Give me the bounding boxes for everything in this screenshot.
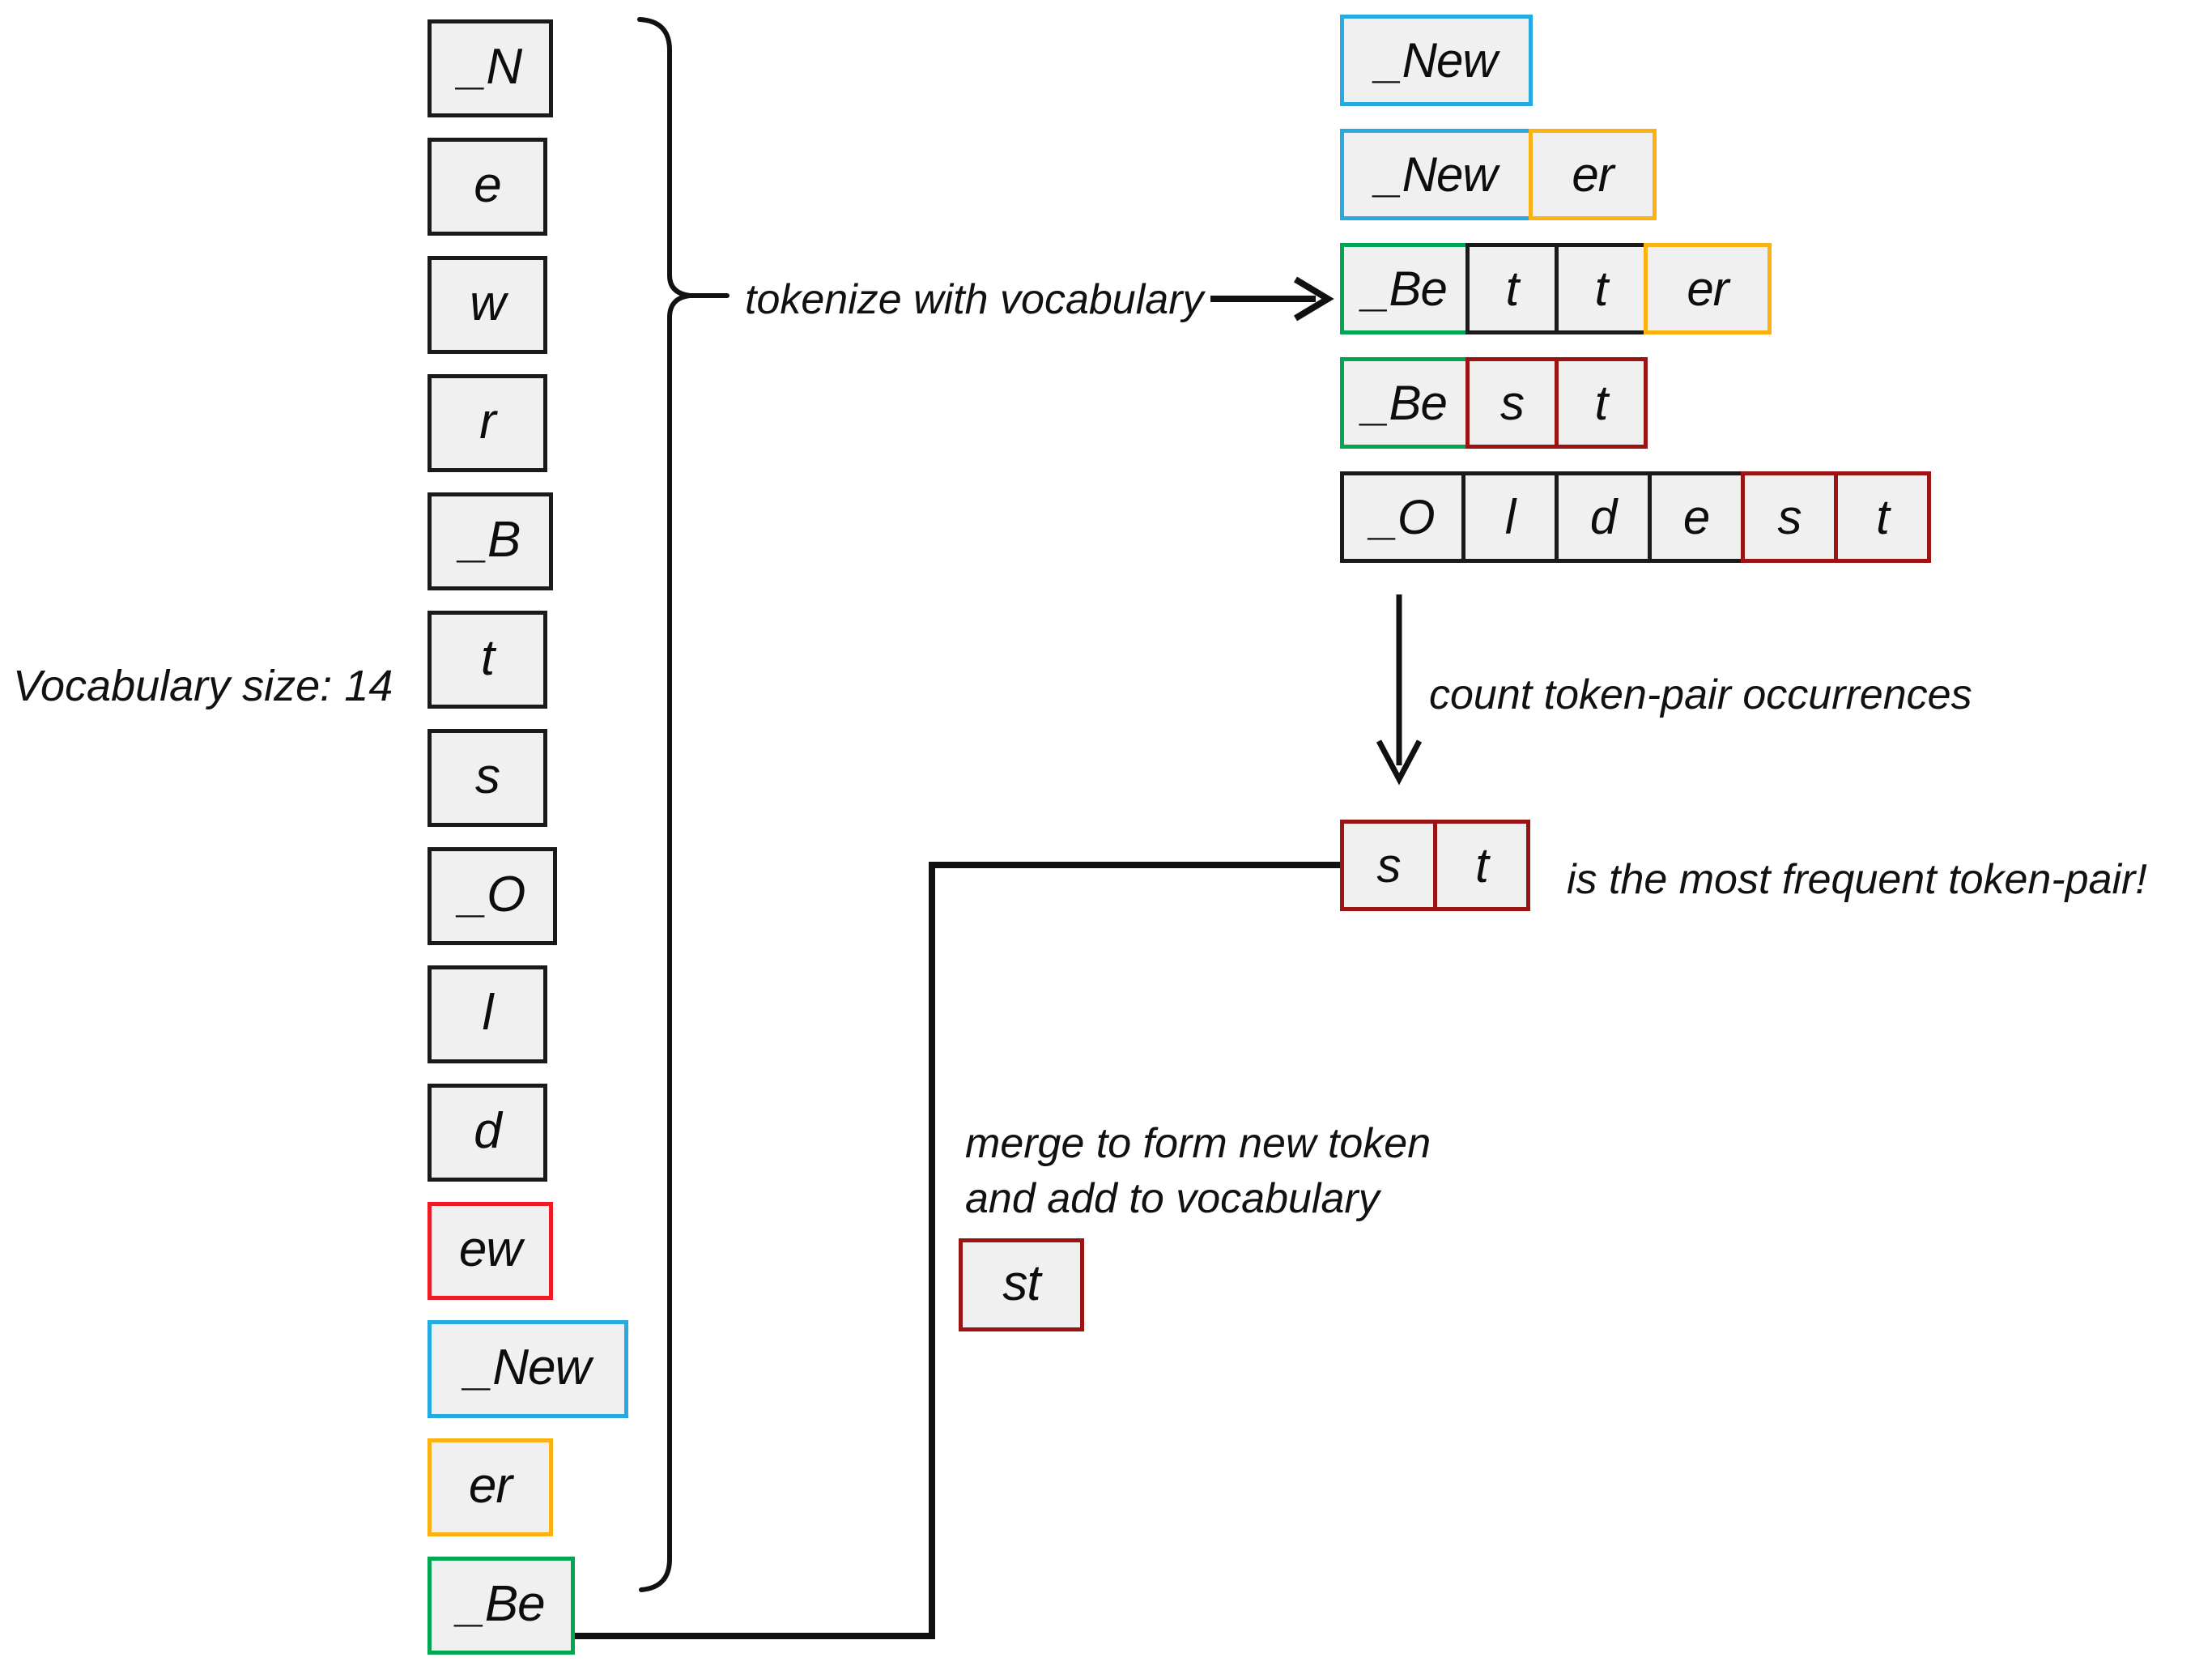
vocabulary-token-label: l bbox=[482, 984, 494, 1041]
sequence-token[interactable]: d bbox=[1555, 471, 1652, 563]
tokenize-arrow-label: tokenize with vocabulary bbox=[745, 276, 1204, 323]
sequence-token[interactable]: e bbox=[1648, 471, 1745, 563]
sequence-token[interactable]: _Be bbox=[1340, 357, 1470, 449]
vocabulary-token-label: ew bbox=[458, 1221, 522, 1277]
sequence-token[interactable]: t bbox=[1834, 471, 1931, 563]
vocabulary-token[interactable]: _N bbox=[428, 19, 553, 117]
sequence-token-label: e bbox=[1682, 489, 1710, 544]
vocabulary-token-label: d bbox=[474, 1102, 501, 1159]
sequence-token[interactable]: l bbox=[1461, 471, 1559, 563]
vocabulary-token[interactable]: d bbox=[428, 1084, 547, 1182]
merged-token-label: st bbox=[1002, 1255, 1040, 1311]
vocabulary-token-label: er bbox=[468, 1457, 513, 1514]
vocabulary-token[interactable]: w bbox=[428, 256, 547, 354]
vocabulary-token-label: _Be bbox=[457, 1575, 545, 1632]
vocabulary-token-label: s bbox=[475, 748, 500, 804]
merge-arrow-label-line2: and add to vocabulary bbox=[965, 1175, 1380, 1222]
merged-token-box[interactable]: st bbox=[959, 1238, 1084, 1331]
sequence-token-label: er bbox=[1687, 261, 1729, 316]
sequence-token[interactable]: _New bbox=[1340, 15, 1533, 106]
sequence-token[interactable]: t bbox=[1465, 243, 1559, 334]
sequence-token[interactable]: _New bbox=[1340, 129, 1533, 220]
sequence-token-label: d bbox=[1589, 489, 1617, 544]
sequence-token[interactable]: s bbox=[1465, 357, 1559, 449]
sequence-token-label: t bbox=[1505, 261, 1520, 316]
sequence-token[interactable]: _O bbox=[1340, 471, 1465, 563]
best-pair-token[interactable]: t bbox=[1433, 820, 1530, 911]
sequence-token-label: s bbox=[1500, 375, 1525, 430]
sequence-token-label: l bbox=[1504, 489, 1516, 544]
sequence-token[interactable]: er bbox=[1644, 243, 1772, 334]
sequence-token-label: _New bbox=[1376, 32, 1497, 87]
sequence-token-label: _Be bbox=[1363, 375, 1448, 430]
vocabulary-token[interactable]: l bbox=[428, 965, 547, 1063]
vocabulary-token-label: _B bbox=[460, 511, 521, 568]
vocabulary-token-label: _N bbox=[458, 38, 522, 95]
sequence-token-label: s bbox=[1777, 489, 1802, 544]
sequence-token-label: t bbox=[1594, 375, 1609, 430]
sequence-token[interactable]: s bbox=[1741, 471, 1838, 563]
vocabulary-token[interactable]: s bbox=[428, 729, 547, 827]
vocabulary-token[interactable]: t bbox=[428, 611, 547, 709]
vocabulary-token[interactable]: er bbox=[428, 1438, 553, 1536]
merge-arrow-label-line1: merge to form new token bbox=[965, 1120, 1431, 1167]
vocabulary-token-label: e bbox=[474, 156, 501, 213]
best-pair-token-label: t bbox=[1475, 837, 1489, 893]
connector-lines bbox=[469, 17, 1423, 1639]
bpe-diagram: Vocabulary size: 14 _N e w r _B t s _O l d ew _New e… bbox=[0, 0, 2212, 1670]
sequence-token-label: er bbox=[1572, 147, 1614, 202]
sequence-token[interactable]: _Be bbox=[1340, 243, 1470, 334]
sequence-token-label: _New bbox=[1376, 147, 1497, 202]
vocabulary-token[interactable]: _B bbox=[428, 492, 553, 590]
vocabulary-token[interactable]: ew bbox=[428, 1202, 553, 1300]
best-pair-token[interactable]: s bbox=[1340, 820, 1437, 911]
vocabulary-token-label: _New bbox=[465, 1339, 592, 1395]
vocabulary-token-label: r bbox=[479, 393, 496, 449]
best-pair-token-label: s bbox=[1376, 837, 1402, 893]
sequence-token-label: _Be bbox=[1363, 261, 1448, 316]
sequence-token[interactable]: er bbox=[1529, 129, 1657, 220]
sequence-token-label: t bbox=[1594, 261, 1609, 316]
vocabulary-token-label: t bbox=[480, 629, 495, 686]
vocabulary-token[interactable]: e bbox=[428, 138, 547, 236]
vocabulary-token[interactable]: _O bbox=[428, 847, 557, 945]
sequence-token-label: _O bbox=[1371, 489, 1435, 544]
vocabulary-token-label: _O bbox=[459, 866, 526, 922]
most-frequent-pair-caption: is the most frequent token-pair! bbox=[1567, 856, 2147, 903]
count-arrow-label: count token-pair occurrences bbox=[1429, 671, 1972, 718]
sequence-token[interactable]: t bbox=[1555, 357, 1648, 449]
vocabulary-token[interactable]: _Be bbox=[428, 1557, 575, 1655]
sequence-token[interactable]: t bbox=[1555, 243, 1648, 334]
vocabulary-token[interactable]: _New bbox=[428, 1320, 628, 1418]
vocabulary-token[interactable]: r bbox=[428, 374, 547, 472]
vocabulary-size-label: Vocabulary size: 14 bbox=[13, 662, 393, 710]
sequence-token-label: t bbox=[1876, 489, 1890, 544]
vocabulary-token-label: w bbox=[470, 275, 506, 331]
